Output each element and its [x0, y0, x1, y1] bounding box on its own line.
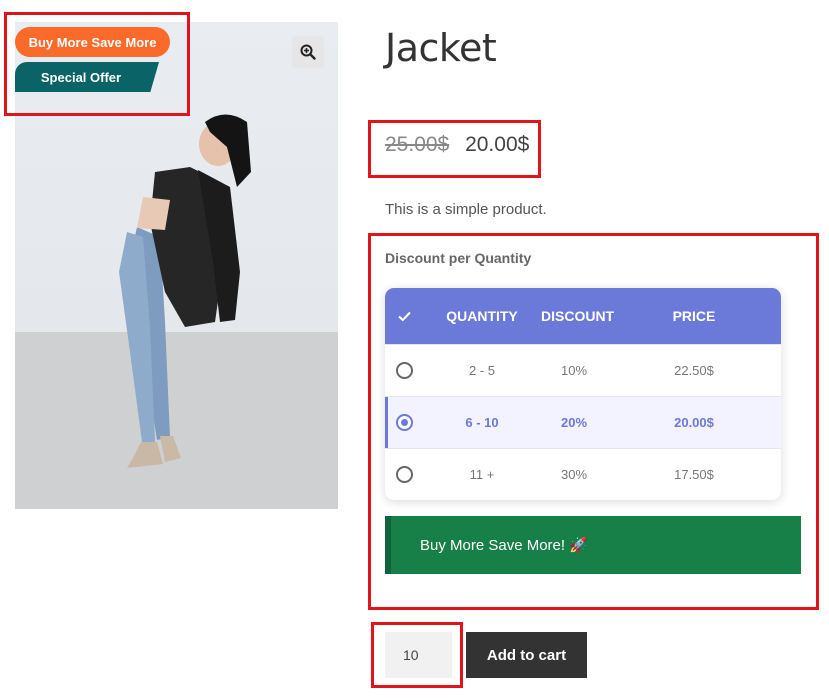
zoom-in-icon [300, 44, 316, 60]
highlight-box-badges [4, 12, 190, 116]
product-short-description: This is a simple product. [385, 201, 547, 218]
add-to-cart-button[interactable]: Add to cart [466, 632, 587, 678]
product-title: Jacket [385, 26, 497, 70]
highlight-box-quantity [371, 622, 463, 688]
highlight-box-price [368, 120, 541, 178]
zoom-button[interactable] [292, 36, 324, 68]
highlight-box-discount [368, 233, 819, 610]
